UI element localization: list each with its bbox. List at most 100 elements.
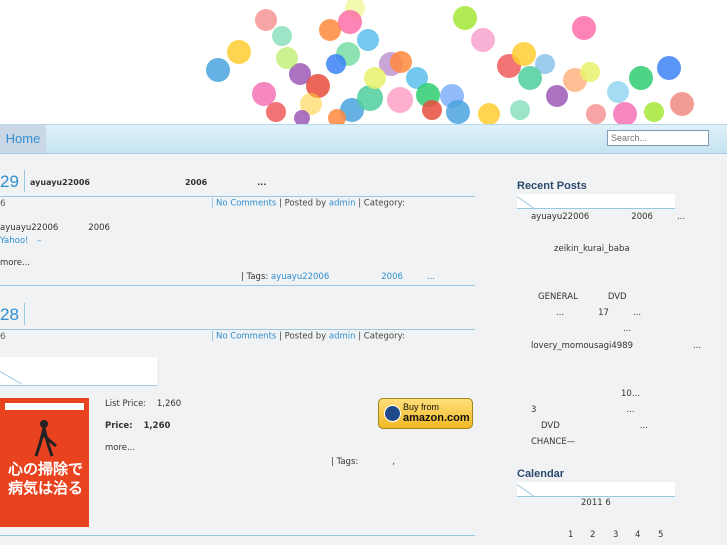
recent-post-text[interactable]: GENERAL	[538, 292, 578, 302]
post-2: 28 6 No Comments | Posted by admin | Cat…	[0, 303, 475, 545]
recent-post-item[interactable]: ayuayu22006 2006...	[531, 212, 685, 222]
post-title-part[interactable]: ...	[257, 178, 266, 187]
author-link[interactable]: admin	[329, 332, 356, 342]
decorative-dot	[657, 56, 681, 80]
body-link[interactable]: –	[37, 236, 41, 246]
decorative-dot	[518, 66, 542, 90]
buy-from-amazon-button[interactable]: Buy from amazon.com	[378, 398, 473, 429]
search-input[interactable]	[607, 130, 709, 146]
decorative-dot	[613, 102, 637, 124]
post-title-part[interactable]: ayuayu22006	[30, 178, 90, 187]
recent-post-text[interactable]: ayuayu22006	[531, 212, 589, 222]
tag-separator: ,	[392, 457, 395, 467]
decorative-dot	[338, 10, 362, 34]
recent-post-item[interactable]: ...	[623, 324, 631, 334]
recent-post-text[interactable]: lovery_momousagi4989	[531, 341, 633, 351]
decorative-dot	[390, 51, 412, 73]
decorative-dot	[607, 81, 629, 103]
decorative-dot	[319, 19, 341, 41]
recent-post-item[interactable]: GENERAL DVD	[538, 292, 627, 302]
recent-post-text[interactable]: DVD	[608, 292, 627, 302]
post-divider	[0, 329, 475, 330]
amazon-line-1: Buy from	[403, 402, 440, 412]
recent-post-text[interactable]: 17	[598, 308, 609, 318]
post-meta: No Comments | Posted by admin | Category…	[212, 331, 405, 342]
nav-home-link[interactable]: Home	[0, 125, 46, 153]
tag-link[interactable]: ...	[427, 272, 435, 282]
decorative-dot	[546, 85, 568, 107]
tags-label: | Tags:	[331, 457, 359, 467]
product-header-box	[0, 357, 157, 386]
decorative-dot	[586, 104, 606, 124]
comments-link[interactable]: No Comments	[216, 199, 276, 209]
decorative-dot	[252, 82, 276, 106]
calendar-month: 2011 6	[581, 498, 611, 508]
calendar-day[interactable]: 5	[658, 530, 663, 540]
post-title-part[interactable]: 2006	[185, 178, 207, 187]
post-day: 29	[0, 172, 19, 191]
recent-post-text[interactable]: 2006	[631, 212, 653, 222]
calendar-day[interactable]: 1	[568, 530, 573, 540]
calendar-day[interactable]: 3	[613, 530, 618, 540]
category-label: Category:	[363, 331, 405, 342]
recent-post-text[interactable]: ...	[693, 341, 701, 351]
recent-post-text[interactable]: ...	[633, 308, 641, 318]
recent-post-text[interactable]: DVD	[541, 421, 560, 431]
recent-post-item[interactable]: 3...	[531, 405, 635, 415]
recent-post-item[interactable]: DVD...	[541, 421, 648, 431]
navbar: Home	[0, 124, 727, 154]
decorative-dot	[512, 42, 536, 66]
list-price-label: List Price:	[105, 399, 147, 409]
post-day-sub: 6	[0, 199, 6, 209]
author-link[interactable]: admin	[329, 199, 356, 209]
more-link[interactable]: more...	[105, 443, 135, 453]
recent-post-item[interactable]: 10...	[621, 389, 640, 399]
calendar-day[interactable]: 4	[635, 530, 640, 540]
book-band	[5, 403, 84, 410]
decorative-dot	[206, 58, 230, 82]
tag-link[interactable]: ayuayu22006	[271, 272, 329, 282]
decorative-dot	[644, 102, 664, 122]
post-body-line: Yahoo! –	[0, 236, 41, 246]
comments-link[interactable]: No Comments	[216, 332, 276, 342]
decorative-dot	[357, 29, 379, 51]
recent-post-text[interactable]: ...	[640, 421, 648, 431]
category-label: Category:	[363, 198, 405, 209]
recent-post-text[interactable]: ...	[556, 308, 564, 318]
post-title[interactable]: ayuayu22006 2006...	[30, 178, 266, 187]
decorative-dot	[387, 87, 413, 113]
decorative-dot	[272, 26, 292, 46]
yahoo-link[interactable]: Yahoo!	[0, 236, 28, 246]
decorative-dot	[326, 54, 346, 74]
decorative-dot	[357, 85, 383, 111]
decorative-dot	[422, 100, 442, 120]
calendar-heading: Calendar	[517, 468, 565, 480]
recent-post-item[interactable]: CHANCE—	[531, 437, 575, 447]
book-title: 心の掃除で病気は治る	[7, 460, 83, 497]
book-cover-image[interactable]: 心の掃除で病気は治る	[0, 398, 89, 527]
recent-post-text[interactable]: 3	[531, 405, 536, 415]
recent-post-text[interactable]: ...	[677, 212, 685, 222]
post-meta: No Comments | Posted by admin | Category…	[212, 198, 405, 209]
recent-post-item[interactable]: lovery_momousagi4989...	[531, 341, 701, 351]
more-link[interactable]: more...	[0, 258, 30, 268]
tag-link[interactable]: 2006	[381, 272, 403, 282]
recent-post-text[interactable]: ...	[626, 405, 634, 415]
decorative-dot	[227, 40, 251, 64]
decorative-dot	[364, 67, 386, 89]
decorative-dot	[510, 100, 530, 120]
body-text: ayuayu22006	[0, 223, 59, 233]
post-tags: | Tags: ayuayu22006 2006...	[241, 272, 435, 282]
decorative-dot	[276, 47, 298, 69]
recent-post-item[interactable]: zeikin_kurai_baba	[554, 244, 630, 254]
decorative-dots	[206, 0, 694, 124]
amazon-line-2: amazon.com	[403, 412, 470, 424]
post-divider	[0, 285, 475, 286]
decorative-dot	[629, 66, 653, 90]
list-price-value: 1,260	[156, 399, 182, 409]
recent-post-item[interactable]: ... 17...	[556, 308, 641, 318]
post-body-line: ayuayu22006 2006	[0, 223, 110, 233]
calendar-day[interactable]: 2	[590, 530, 595, 540]
list-price-row: List Price: 1,260	[105, 399, 181, 409]
posted-by-label: Posted by	[284, 198, 327, 209]
